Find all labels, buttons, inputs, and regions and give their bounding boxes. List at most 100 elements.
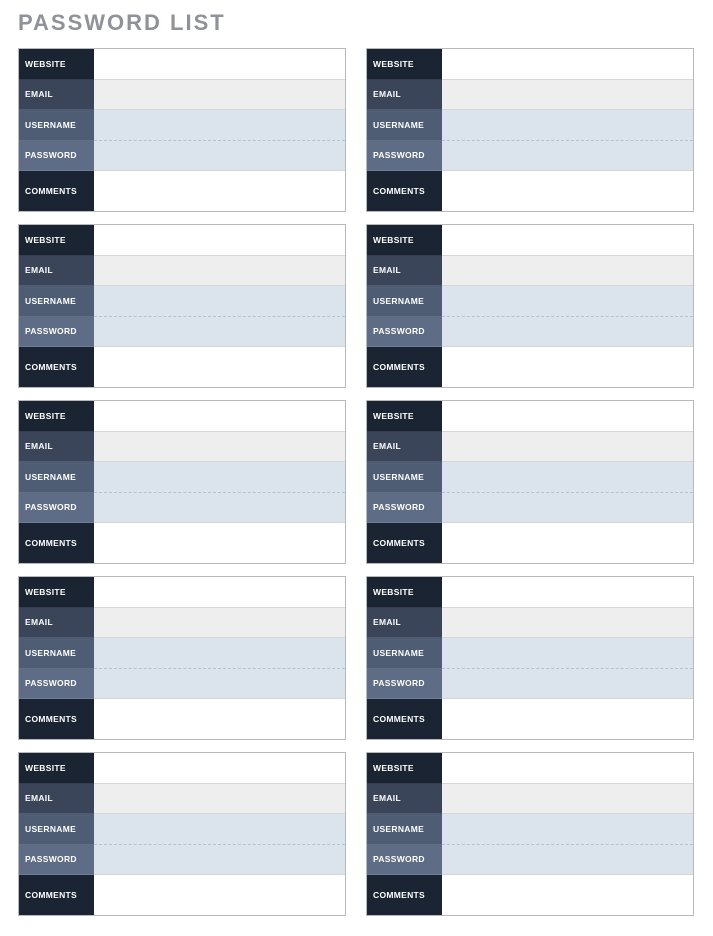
username-value bbox=[94, 286, 345, 317]
field-row-comments: COMMENTS bbox=[19, 171, 345, 211]
password-value bbox=[94, 669, 345, 700]
email-value bbox=[442, 608, 693, 639]
website-label: WEBSITE bbox=[19, 753, 94, 784]
username-label: USERNAME bbox=[19, 638, 94, 669]
comments-label: COMMENTS bbox=[367, 523, 442, 563]
field-row-username: USERNAME bbox=[19, 638, 345, 669]
email-label: EMAIL bbox=[367, 432, 442, 463]
email-value bbox=[94, 80, 345, 111]
field-row-password: PASSWORD bbox=[19, 141, 345, 172]
password-card: WEBSITEEMAILUSERNAMEPASSWORDCOMMENTS bbox=[18, 400, 346, 564]
email-label: EMAIL bbox=[367, 784, 442, 815]
field-row-password: PASSWORD bbox=[367, 141, 693, 172]
website-label: WEBSITE bbox=[19, 225, 94, 256]
field-row-username: USERNAME bbox=[19, 814, 345, 845]
field-row-email: EMAIL bbox=[367, 608, 693, 639]
comments-label: COMMENTS bbox=[367, 699, 442, 739]
field-row-comments: COMMENTS bbox=[367, 699, 693, 739]
comments-value bbox=[442, 875, 693, 915]
email-value bbox=[94, 608, 345, 639]
website-value bbox=[94, 577, 345, 608]
password-card-grid: WEBSITEEMAILUSERNAMEPASSWORDCOMMENTSWEBS… bbox=[18, 48, 695, 916]
password-value bbox=[94, 845, 345, 876]
password-value bbox=[94, 493, 345, 524]
website-label: WEBSITE bbox=[367, 753, 442, 784]
field-row-email: EMAIL bbox=[367, 784, 693, 815]
field-row-username: USERNAME bbox=[367, 286, 693, 317]
email-value bbox=[94, 784, 345, 815]
field-row-comments: COMMENTS bbox=[19, 699, 345, 739]
email-label: EMAIL bbox=[367, 608, 442, 639]
field-row-comments: COMMENTS bbox=[19, 347, 345, 387]
website-label: WEBSITE bbox=[367, 225, 442, 256]
password-card: WEBSITEEMAILUSERNAMEPASSWORDCOMMENTS bbox=[366, 576, 694, 740]
field-row-username: USERNAME bbox=[19, 286, 345, 317]
website-value bbox=[442, 401, 693, 432]
password-value bbox=[442, 845, 693, 876]
email-label: EMAIL bbox=[19, 256, 94, 287]
field-row-email: EMAIL bbox=[367, 256, 693, 287]
field-row-website: WEBSITE bbox=[367, 753, 693, 784]
email-value bbox=[442, 432, 693, 463]
username-label: USERNAME bbox=[19, 286, 94, 317]
password-value bbox=[442, 669, 693, 700]
username-value bbox=[442, 638, 693, 669]
field-row-comments: COMMENTS bbox=[19, 875, 345, 915]
comments-label: COMMENTS bbox=[19, 875, 94, 915]
password-card: WEBSITEEMAILUSERNAMEPASSWORDCOMMENTS bbox=[18, 576, 346, 740]
website-value bbox=[442, 49, 693, 80]
password-label: PASSWORD bbox=[367, 141, 442, 172]
field-row-comments: COMMENTS bbox=[367, 171, 693, 211]
password-label: PASSWORD bbox=[19, 141, 94, 172]
field-row-username: USERNAME bbox=[367, 814, 693, 845]
password-label: PASSWORD bbox=[19, 845, 94, 876]
comments-value bbox=[442, 699, 693, 739]
password-card: WEBSITEEMAILUSERNAMEPASSWORDCOMMENTS bbox=[366, 752, 694, 916]
password-card: WEBSITEEMAILUSERNAMEPASSWORDCOMMENTS bbox=[366, 48, 694, 212]
field-row-website: WEBSITE bbox=[367, 225, 693, 256]
username-label: USERNAME bbox=[19, 110, 94, 141]
username-value bbox=[442, 286, 693, 317]
email-label: EMAIL bbox=[19, 432, 94, 463]
comments-value bbox=[442, 171, 693, 211]
field-row-email: EMAIL bbox=[19, 256, 345, 287]
username-label: USERNAME bbox=[19, 814, 94, 845]
field-row-email: EMAIL bbox=[19, 80, 345, 111]
password-value bbox=[94, 317, 345, 348]
password-label: PASSWORD bbox=[19, 669, 94, 700]
password-value bbox=[442, 317, 693, 348]
email-value bbox=[94, 256, 345, 287]
website-label: WEBSITE bbox=[19, 577, 94, 608]
field-row-password: PASSWORD bbox=[367, 845, 693, 876]
website-value bbox=[442, 225, 693, 256]
comments-value bbox=[94, 347, 345, 387]
field-row-password: PASSWORD bbox=[367, 317, 693, 348]
website-value bbox=[442, 753, 693, 784]
field-row-password: PASSWORD bbox=[19, 845, 345, 876]
username-value bbox=[94, 462, 345, 493]
field-row-website: WEBSITE bbox=[19, 753, 345, 784]
website-label: WEBSITE bbox=[19, 401, 94, 432]
comments-value bbox=[94, 523, 345, 563]
comments-label: COMMENTS bbox=[367, 171, 442, 211]
field-row-website: WEBSITE bbox=[19, 225, 345, 256]
comments-label: COMMENTS bbox=[19, 699, 94, 739]
email-label: EMAIL bbox=[367, 80, 442, 111]
username-value bbox=[442, 814, 693, 845]
field-row-email: EMAIL bbox=[367, 80, 693, 111]
email-value bbox=[94, 432, 345, 463]
password-card: WEBSITEEMAILUSERNAMEPASSWORDCOMMENTS bbox=[18, 48, 346, 212]
field-row-password: PASSWORD bbox=[19, 493, 345, 524]
comments-label: COMMENTS bbox=[367, 875, 442, 915]
password-label: PASSWORD bbox=[367, 493, 442, 524]
field-row-password: PASSWORD bbox=[367, 493, 693, 524]
email-value bbox=[442, 80, 693, 111]
comments-label: COMMENTS bbox=[19, 171, 94, 211]
field-row-website: WEBSITE bbox=[19, 401, 345, 432]
username-label: USERNAME bbox=[367, 286, 442, 317]
username-label: USERNAME bbox=[367, 814, 442, 845]
field-row-password: PASSWORD bbox=[367, 669, 693, 700]
username-value bbox=[94, 814, 345, 845]
website-label: WEBSITE bbox=[367, 401, 442, 432]
username-label: USERNAME bbox=[367, 462, 442, 493]
